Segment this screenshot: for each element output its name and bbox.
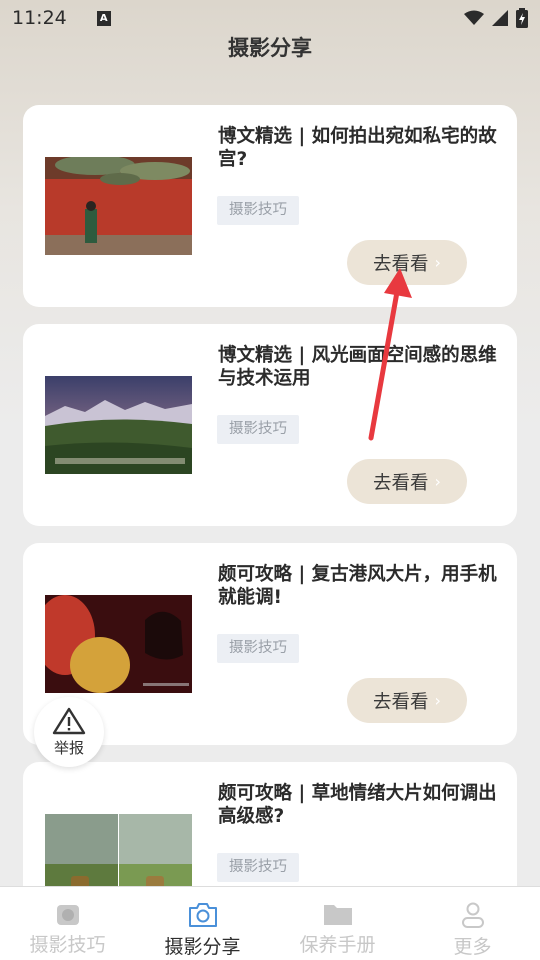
article-card[interactable]: 博文精选 | 风光画面空间感的思维与技术运用 摄影技巧 去看看 › xyxy=(23,324,517,526)
page-title: 摄影分享 xyxy=(228,36,312,60)
nav-label: 摄影技巧 xyxy=(29,934,106,956)
nav-label: 摄影分享 xyxy=(164,936,241,958)
view-button-label: 去看看 xyxy=(373,472,429,494)
view-button-label: 去看看 xyxy=(373,691,429,713)
notification-icon: A xyxy=(96,10,111,26)
article-title[interactable]: 博文精选 | 风光画面空间感的思维与技术运用 xyxy=(218,344,503,390)
view-button[interactable]: 去看看 › xyxy=(347,678,467,723)
nav-label: 保养手册 xyxy=(299,934,376,956)
camera-filled-icon xyxy=(56,905,79,925)
article-title[interactable]: 博文精选 | 如何拍出宛如私宅的故宫? xyxy=(218,125,503,171)
nav-item-photo-tips[interactable]: 摄影技巧 xyxy=(0,887,135,960)
nav-item-more[interactable]: 更多 xyxy=(405,887,540,960)
warning-icon xyxy=(52,707,86,734)
camera-outline-icon xyxy=(188,903,217,927)
view-button[interactable]: 去看看 › xyxy=(347,240,467,285)
report-button[interactable]: 举报 xyxy=(34,697,104,767)
person-icon xyxy=(461,902,484,928)
article-thumbnail xyxy=(45,595,192,693)
article-title[interactable]: 颇可攻略 | 复古港风大片，用手机就能调! xyxy=(218,563,503,609)
chevron-right-icon: › xyxy=(434,691,441,710)
status-icons xyxy=(464,8,528,28)
view-button-label: 去看看 xyxy=(373,253,429,275)
nav-label: 更多 xyxy=(453,936,492,958)
article-card[interactable]: 博文精选 | 如何拍出宛如私宅的故宫? 摄影技巧 去看看 › xyxy=(23,105,517,307)
nav-item-photo-share[interactable]: 摄影分享 xyxy=(135,887,270,960)
article-title[interactable]: 颇可攻略 | 草地情绪大片如何调出高级感? xyxy=(218,782,503,828)
article-tag: 摄影技巧 xyxy=(217,853,299,882)
status-time: 11:24 xyxy=(12,7,67,29)
wifi-icon xyxy=(464,10,484,25)
battery-icon xyxy=(516,8,528,28)
folder-icon xyxy=(323,905,352,925)
article-tag: 摄影技巧 xyxy=(217,196,299,225)
article-thumbnail xyxy=(45,157,192,255)
nav-item-maintenance[interactable]: 保养手册 xyxy=(270,887,405,960)
article-tag: 摄影技巧 xyxy=(217,634,299,663)
article-thumbnail xyxy=(45,376,192,474)
report-label: 举报 xyxy=(53,738,84,757)
chevron-right-icon: › xyxy=(434,472,441,491)
chevron-right-icon: › xyxy=(434,253,441,272)
signal-icon xyxy=(492,10,508,26)
bottom-nav: 摄影技巧 摄影分享 保养手册 更多 xyxy=(0,886,540,960)
view-button[interactable]: 去看看 › xyxy=(347,459,467,504)
status-bar: 11:24 A xyxy=(0,0,540,36)
article-tag: 摄影技巧 xyxy=(217,415,299,444)
